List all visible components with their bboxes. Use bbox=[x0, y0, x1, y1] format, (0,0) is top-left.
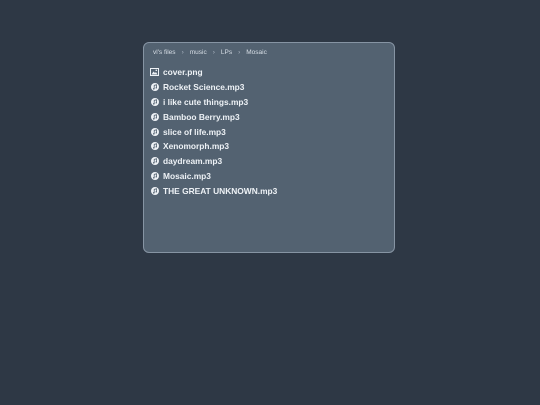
file-list: cover.png Rocket Science.mp3 i like cute… bbox=[150, 65, 277, 198]
file-browser-panel: vl's files › music › LPs › Mosaic cover.… bbox=[143, 42, 395, 253]
file-item-track[interactable]: slice of life.mp3 bbox=[150, 124, 277, 139]
breadcrumb-item-music[interactable]: music bbox=[190, 49, 207, 56]
file-item-track[interactable]: Bamboo Berry.mp3 bbox=[150, 109, 277, 124]
file-item-track[interactable]: Mosaic.mp3 bbox=[150, 169, 277, 184]
file-item-track[interactable]: Rocket Science.mp3 bbox=[150, 80, 277, 95]
music-icon bbox=[150, 171, 159, 180]
file-name: i like cute things.mp3 bbox=[163, 96, 249, 107]
file-item-track[interactable]: Xenomorph.mp3 bbox=[150, 139, 277, 154]
file-name: Bamboo Berry.mp3 bbox=[163, 111, 240, 122]
music-icon bbox=[150, 142, 159, 151]
image-icon bbox=[150, 68, 159, 77]
music-icon bbox=[150, 186, 159, 195]
file-name: daydream.mp3 bbox=[163, 156, 223, 167]
file-name: Xenomorph.mp3 bbox=[163, 141, 230, 152]
file-name: Rocket Science.mp3 bbox=[163, 82, 245, 93]
breadcrumb-separator: › bbox=[181, 49, 184, 56]
file-item-track[interactable]: daydream.mp3 bbox=[150, 154, 277, 169]
music-icon bbox=[150, 83, 159, 92]
file-item-track[interactable]: THE GREAT UNKNOWN.mp3 bbox=[150, 183, 277, 198]
breadcrumb-item-lps[interactable]: LPs bbox=[221, 49, 232, 56]
file-item-cover[interactable]: cover.png bbox=[150, 65, 277, 80]
music-icon bbox=[150, 127, 159, 136]
file-name: cover.png bbox=[163, 67, 203, 78]
breadcrumb-item-home[interactable]: vl's files bbox=[153, 49, 176, 56]
file-name: slice of life.mp3 bbox=[163, 126, 226, 137]
music-icon bbox=[150, 112, 159, 121]
file-name: Mosaic.mp3 bbox=[163, 170, 211, 181]
breadcrumb-item-mosaic[interactable]: Mosaic bbox=[246, 49, 267, 56]
music-icon bbox=[150, 157, 159, 166]
breadcrumb: vl's files › music › LPs › Mosaic bbox=[153, 49, 267, 56]
breadcrumb-separator: › bbox=[212, 49, 215, 56]
music-icon bbox=[150, 97, 159, 106]
breadcrumb-separator: › bbox=[238, 49, 241, 56]
file-name: THE GREAT UNKNOWN.mp3 bbox=[163, 185, 278, 196]
file-item-track[interactable]: i like cute things.mp3 bbox=[150, 95, 277, 110]
